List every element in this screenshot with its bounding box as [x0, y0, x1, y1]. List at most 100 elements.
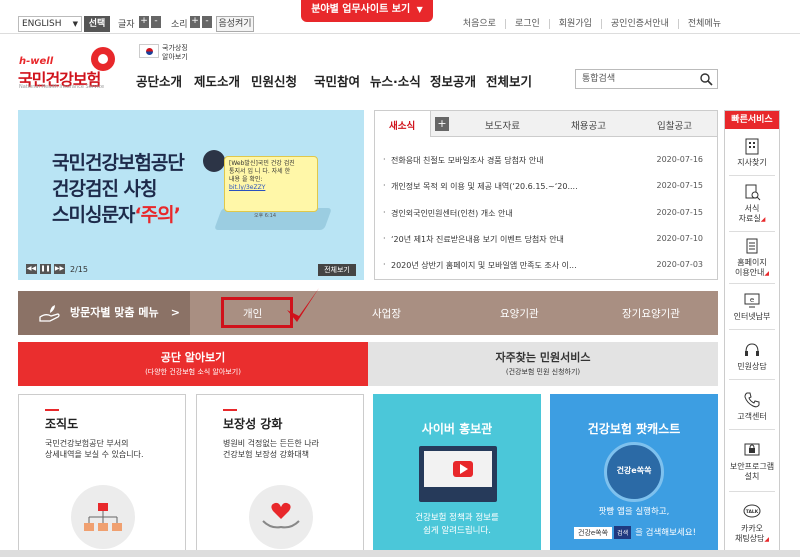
visitor-menu-text: 방문자별 맞춤 메뉴: [70, 306, 159, 319]
card-desc-line2: 상세내역을 보실 수 있습니다.: [45, 450, 144, 459]
news-item[interactable]: · 경인외국인민원센터(인천) 개소 안내 2020-07-15: [383, 208, 709, 220]
link-certificate[interactable]: 공인인증서안내: [600, 19, 678, 29]
news-item[interactable]: · 2020년 상반기 홈페이지 및 모바일앱 만족도 조사 이... 2020…: [383, 260, 709, 272]
card-org-chart[interactable]: 조직도 국민건강보험공단 부서의 상세내역을 보실 수 있습니다.: [18, 394, 186, 557]
quick-branch-finder[interactable]: 지사찾기: [725, 137, 779, 168]
quick-customer-center[interactable]: 고객센터: [725, 391, 779, 422]
search-input[interactable]: 통합검색: [575, 69, 718, 89]
sms-line2: 통지서 입 니 다. 자세 한: [229, 168, 291, 175]
visitor-longterm-care[interactable]: 장기요양기관: [622, 306, 680, 321]
sound-plus-button[interactable]: +: [190, 16, 200, 28]
red-mark: [223, 409, 237, 411]
link-signup[interactable]: 회원가입: [548, 19, 601, 29]
hand-plant-icon: [39, 305, 60, 322]
card-podcast[interactable]: 건강보험 팟캐스트 건강e쏙쏙 팟빵 앱을 실행하고, 건강e쏙쏙 검색 을 검색해…: [550, 394, 718, 557]
visitor-workplace[interactable]: 사업장: [372, 306, 401, 321]
card-desc-line2: 쉽게 알려드립니다.: [423, 526, 491, 536]
visitor-medical-institution[interactable]: 요양기관: [500, 306, 539, 321]
sound-on-button[interactable]: 음성켜기: [216, 16, 254, 32]
banner-view-all-button[interactable]: 전체보기: [318, 264, 356, 276]
headset-icon: [745, 343, 759, 356]
quick-forms-library[interactable]: 서식 자료실◢: [725, 183, 779, 225]
nav-participation[interactable]: 국민참여: [314, 71, 360, 90]
bullet-icon: ·: [383, 260, 386, 269]
nav-disclosure[interactable]: 정보공개: [430, 71, 476, 90]
main-banner[interactable]: 국민건강보험공단 건강검진 사칭 스미싱문자‘주의’ [Web발신]국민 건강 …: [18, 110, 364, 280]
quick-label-2: 자료실: [738, 214, 761, 223]
tab-civil-services[interactable]: 자주찾는 민원서비스 (건강보험 민원 신청하기): [368, 342, 718, 386]
link-login[interactable]: 로그인: [504, 19, 549, 29]
card-cyber-pr[interactable]: 사이버 홍보관 건강보험 정책과 정보를 쉽게 알려드립니다.: [373, 394, 541, 557]
text-size-minus-button[interactable]: -: [151, 16, 161, 28]
chevron-right-icon: >: [170, 306, 180, 319]
taegukgi-flag-icon[interactable]: [139, 44, 159, 58]
next-icon[interactable]: ▶▶: [54, 264, 65, 274]
tab-about-nhis[interactable]: 공단 알아보기 (다양한 건강보험 소식 알아보기): [18, 342, 368, 386]
nav-civil-request[interactable]: 민원신청: [251, 71, 297, 90]
national-symbol-link[interactable]: 국가상징 알아보기: [162, 44, 188, 62]
banner-title-highlight: ‘주의’: [134, 204, 180, 226]
visitor-menu-bar: 방문자별 맞춤 메뉴 > 개인 사업장 요양기관 장기요양기관: [18, 291, 718, 335]
nav-view-all[interactable]: 전체보기: [486, 71, 532, 90]
field-site-label: 분야별 업무사이트 보기: [311, 4, 411, 15]
card-title: 사이버 홍보관: [421, 422, 493, 436]
monitor-play-icon: [419, 446, 497, 502]
tab-recruit[interactable]: 채용공고: [571, 118, 606, 132]
news-item[interactable]: · ‘20년 제1차 진료받은내용 보기 이벤트 당첨자 안내 2020-07-…: [383, 234, 709, 246]
text-size-plus-button[interactable]: +: [139, 16, 149, 28]
language-select[interactable]: ENGLISH ▼: [18, 16, 82, 32]
search-icon[interactable]: [699, 72, 713, 86]
horizontal-scrollbar[interactable]: [0, 550, 800, 557]
utility-bar: ENGLISH ▼ 선택 글자 + - 소리 + - 음성켜기 분야별 업무사이…: [0, 0, 800, 34]
kakao-talk-text: TALK: [746, 509, 759, 515]
nav-news[interactable]: 뉴스·소식: [370, 71, 421, 90]
quick-service-title: 빠른서비스: [725, 111, 779, 129]
nav-system[interactable]: 제도소개: [194, 71, 240, 90]
text-size-label: 글자: [118, 20, 135, 30]
news-title: 경인외국인민원센터(인천) 개소 안내: [391, 209, 513, 218]
tab-about-title: 공단 알아보기: [160, 351, 226, 364]
banner-title-line1: 국민건강보험공단: [52, 152, 185, 174]
news-title: 개인정보 목적 외 이용 및 제공 내역(‘20.6.15.~‘20....: [391, 182, 578, 191]
logo-heart-icon: [91, 47, 115, 71]
bullet-icon: ·: [383, 208, 386, 217]
kakao-talk-icon: TALK: [743, 504, 761, 518]
quick-label: 보안프로그램: [729, 462, 775, 471]
language-value: ENGLISH: [22, 19, 62, 29]
language-select-button[interactable]: 선택: [84, 16, 110, 32]
news-item[interactable]: · 개인정보 목적 외 이용 및 제공 내역(‘20.6.15.~‘20....…: [383, 181, 709, 193]
card-coverage[interactable]: 보장성 강화 병원비 걱정없는 든든한 나라 건강보험 보장성 강화대책: [196, 394, 364, 557]
triangle-icon: ◢: [764, 270, 770, 277]
field-site-tab[interactable]: 분야별 업무사이트 보기 ▼: [301, 0, 433, 22]
news-item[interactable]: · 전화응대 친절도 모바일조사 경품 당첨자 안내 2020-07-16: [383, 155, 709, 167]
quick-kakao-chat[interactable]: TALK 카카오 채팅상담◢: [725, 503, 779, 545]
nav-about-nhis[interactable]: 공단소개: [136, 71, 182, 90]
quick-label: 민원상담: [737, 362, 767, 371]
prev-icon[interactable]: ◀◀: [26, 264, 37, 274]
sound-minus-button[interactable]: -: [202, 16, 212, 28]
tab-news[interactable]: 새소식: [389, 118, 415, 132]
tab-civil-title: 자주찾는 민원서비스: [495, 351, 591, 364]
plus-icon[interactable]: +: [435, 117, 449, 131]
tab-press[interactable]: 보도자료: [485, 118, 520, 132]
card-title: 건강보험 팟캐스트: [587, 422, 681, 436]
pause-icon[interactable]: ❚❚: [40, 264, 51, 274]
org-chart-icon: [71, 485, 135, 549]
visitor-menu-label: 방문자별 맞춤 메뉴 >: [18, 291, 190, 335]
quick-security-install[interactable]: 보안프로그램 설치: [725, 441, 779, 482]
triangle-icon: ◢: [764, 536, 770, 543]
document-search-icon: [745, 184, 761, 201]
tab-bid[interactable]: 입찰공고: [657, 118, 692, 132]
quick-internet-payment[interactable]: e 인터넷납부: [725, 291, 779, 322]
quick-label: 홈페이지: [737, 258, 767, 267]
sms-line1: [Web발신]국민 건강 검진: [229, 160, 295, 167]
link-home[interactable]: 처음으로: [454, 19, 505, 29]
divider: [729, 429, 775, 430]
link-all-menu[interactable]: 전체메뉴: [677, 19, 730, 29]
card-title: 조직도: [45, 417, 79, 431]
quick-civil-consult[interactable]: 민원상담: [725, 341, 779, 372]
page-root: ENGLISH ▼ 선택 글자 + - 소리 + - 음성켜기 분야별 업무사이…: [0, 0, 800, 557]
checkmark-icon: [287, 288, 319, 322]
quick-homepage-guide[interactable]: 홈페이지 이용안내◢: [725, 237, 779, 279]
tab-civil-sub: (건강보험 민원 신청하기): [505, 368, 581, 376]
